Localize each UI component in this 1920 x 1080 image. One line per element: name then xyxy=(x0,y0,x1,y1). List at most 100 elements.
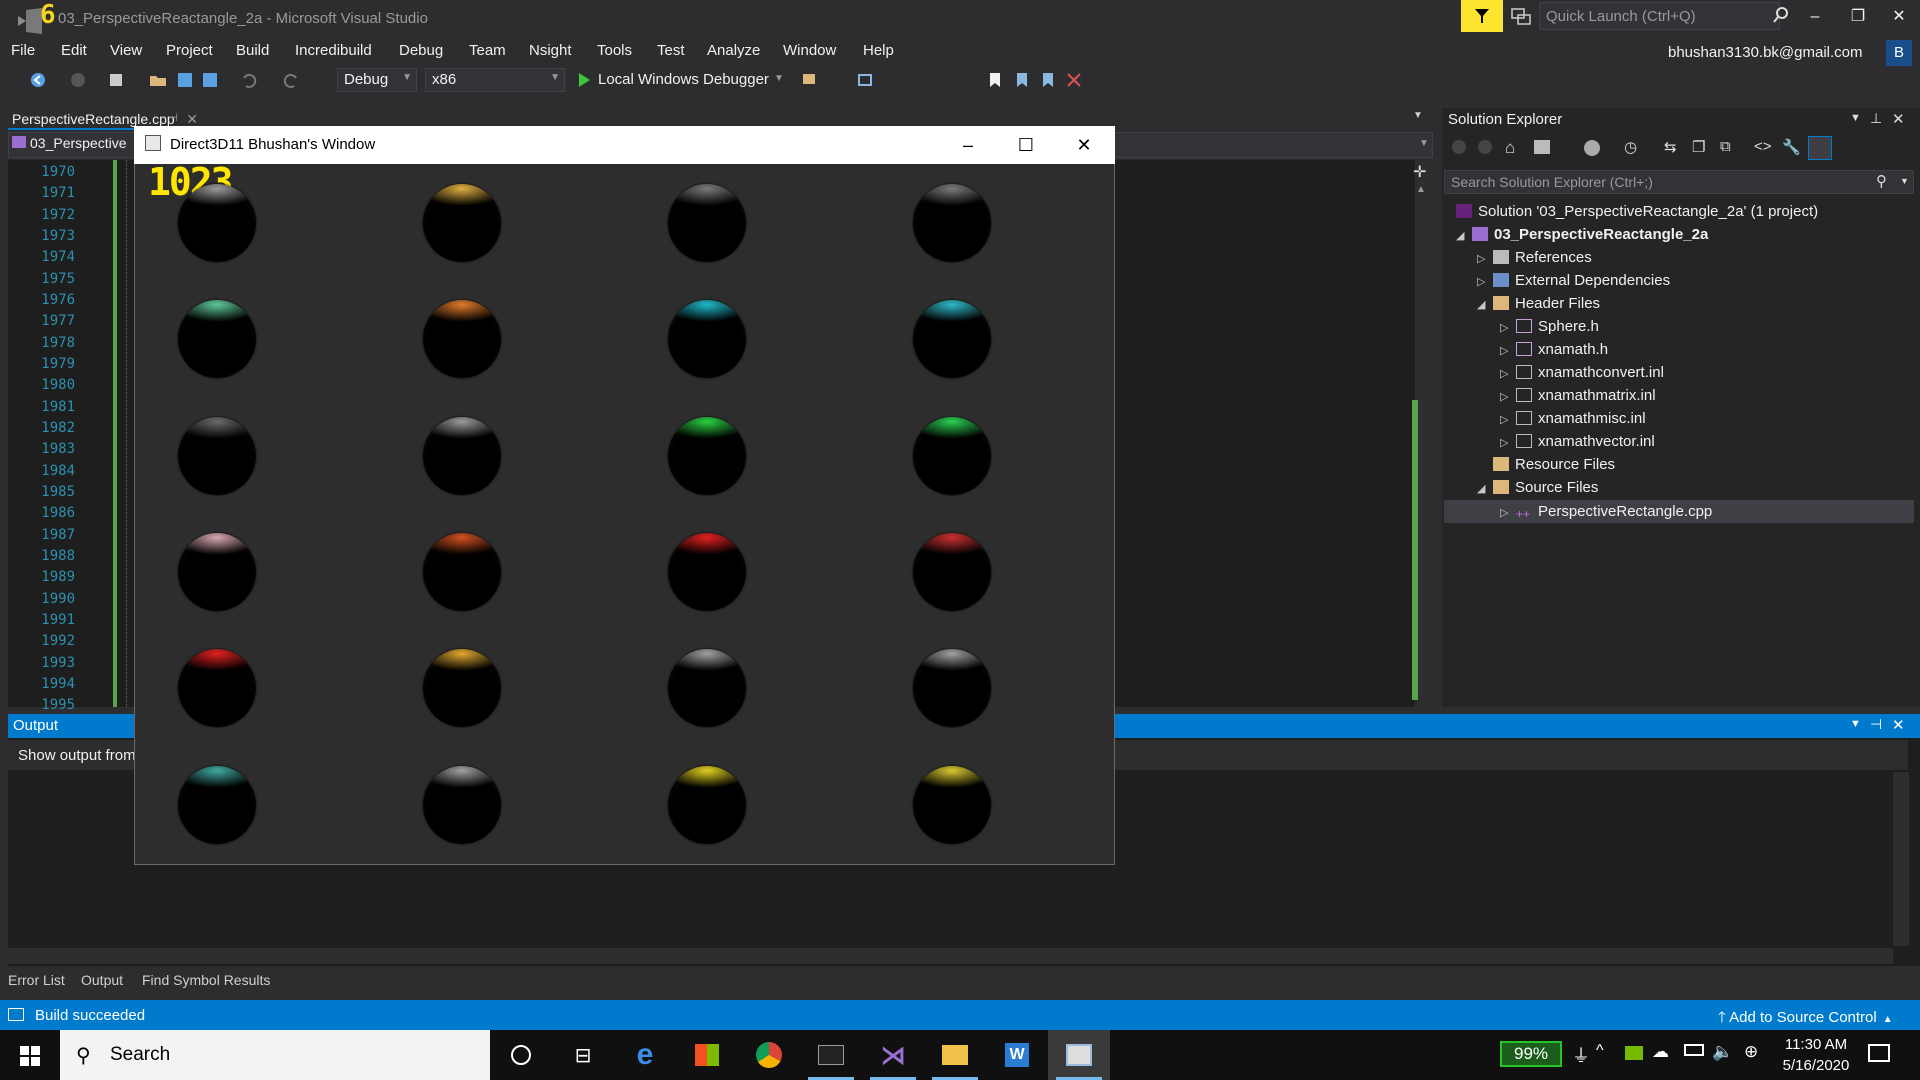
refresh-icon[interactable]: ⇆ xyxy=(1664,138,1677,156)
feedback-icon[interactable] xyxy=(1510,6,1532,28)
forward-icon[interactable] xyxy=(68,70,88,90)
tree-references[interactable]: ▷ References xyxy=(1477,246,1592,269)
solution-search-input[interactable]: Search Solution Explorer (Ctrl+;) xyxy=(1444,170,1914,194)
show-all-files-icon[interactable]: ⧉ xyxy=(1720,138,1731,155)
split-icon[interactable]: ✛ xyxy=(1413,162,1426,182)
menu-incredibuild[interactable]: Incredibuild xyxy=(295,42,372,59)
tab-dropdown-icon[interactable]: ▼ xyxy=(1413,110,1423,121)
play-icon[interactable] xyxy=(574,70,594,90)
tree-project[interactable]: ◢ 03_PerspectiveReactangle_2a xyxy=(1456,223,1708,246)
collapsed-arrow-icon[interactable]: ▷ xyxy=(1477,248,1493,271)
home-icon[interactable]: ⌂ xyxy=(1505,138,1515,158)
collapsed-arrow-icon[interactable]: ▷ xyxy=(1500,502,1516,525)
pin-icon[interactable]: ⊣ xyxy=(1870,716,1882,733)
menu-nsight[interactable]: Nsight xyxy=(529,42,572,59)
file-explorer-app[interactable] xyxy=(924,1030,986,1080)
view-code-icon[interactable]: <> xyxy=(1754,138,1772,155)
restore-button[interactable]: ❐ xyxy=(1838,4,1878,30)
add-to-source-control-button[interactable]: 🡑 Add to Source Control ▲ xyxy=(1718,1007,1893,1032)
maximize-button[interactable]: ☐ xyxy=(998,128,1054,162)
tree-file[interactable]: ▷ xnamathvector.inl xyxy=(1500,430,1655,453)
tab-output[interactable]: Output xyxy=(81,972,123,988)
menu-view[interactable]: View xyxy=(110,42,142,59)
menu-tools[interactable]: Tools xyxy=(597,42,632,59)
collapsed-arrow-icon[interactable]: ▷ xyxy=(1500,409,1516,432)
menu-edit[interactable]: Edit xyxy=(61,42,87,59)
undo-icon[interactable] xyxy=(238,70,258,90)
collapse-all-icon[interactable]: ❐ xyxy=(1692,138,1705,156)
redo-icon[interactable] xyxy=(282,70,302,90)
nvidia-icon[interactable] xyxy=(1625,1046,1643,1060)
collapsed-arrow-icon[interactable]: ▷ xyxy=(1500,386,1516,409)
tree-source-files[interactable]: ◢ Source Files xyxy=(1477,476,1598,499)
expanded-arrow-icon[interactable]: ◢ xyxy=(1477,478,1493,501)
tree-solution[interactable]: Solution '03_PerspectiveReactangle_2a' (… xyxy=(1456,200,1818,223)
close-icon[interactable]: ✕ xyxy=(1892,716,1905,734)
search-icon[interactable] xyxy=(1772,6,1790,24)
tab-error-list[interactable]: Error List xyxy=(8,972,65,988)
pin-icon[interactable]: ⊣ xyxy=(168,111,178,124)
close-button[interactable]: ✕ xyxy=(1879,4,1919,30)
avatar[interactable]: B xyxy=(1886,40,1912,66)
collapsed-arrow-icon[interactable]: ▷ xyxy=(1500,340,1516,363)
output-horizontal-scrollbar[interactable] xyxy=(8,948,1893,964)
chevron-down-icon[interactable]: ▼ xyxy=(774,73,784,84)
pin-icon[interactable]: ⊥ xyxy=(1870,110,1882,127)
task-view-button[interactable]: ⊟ xyxy=(552,1030,614,1080)
terminal-app[interactable] xyxy=(800,1030,862,1080)
chevron-down-icon[interactable]: ▼ xyxy=(1900,176,1909,186)
volume-icon[interactable]: 🔈 xyxy=(1712,1042,1733,1062)
preview-selected-button[interactable] xyxy=(1808,136,1832,160)
cortana-button[interactable] xyxy=(490,1030,552,1080)
menu-help[interactable]: Help xyxy=(863,42,894,59)
save-all-icon[interactable] xyxy=(200,70,220,90)
tree-resource-files[interactable]: Resource Files xyxy=(1493,453,1615,476)
step-icon[interactable] xyxy=(855,70,875,90)
bookmark-icon[interactable] xyxy=(985,70,1005,90)
tree-file[interactable]: ▷ Sphere.h xyxy=(1500,315,1599,338)
find-in-files-icon[interactable] xyxy=(800,70,820,90)
new-project-icon[interactable] xyxy=(106,70,126,90)
menu-analyze[interactable]: Analyze xyxy=(707,42,760,59)
notifications-button[interactable] xyxy=(1461,0,1503,32)
tree-external-dependencies[interactable]: ▷ External Dependencies xyxy=(1477,269,1670,292)
configuration-select[interactable]: Debug ▼ xyxy=(337,68,417,92)
chevron-down-icon[interactable]: ▼ xyxy=(1419,138,1429,149)
collapsed-arrow-icon[interactable]: ▷ xyxy=(1500,432,1516,455)
scroll-up-icon[interactable]: ▲ xyxy=(1416,184,1426,195)
cloud-icon[interactable]: ☁ xyxy=(1652,1042,1669,1062)
next-bookmark-icon[interactable] xyxy=(1038,70,1058,90)
start-button[interactable] xyxy=(0,1030,60,1080)
expanded-arrow-icon[interactable]: ◢ xyxy=(1477,294,1493,317)
d3d-app[interactable] xyxy=(1048,1030,1110,1080)
sync-icon[interactable] xyxy=(1534,140,1550,154)
output-scrollbar[interactable] xyxy=(1893,772,1909,946)
collapsed-arrow-icon[interactable]: ▷ xyxy=(1477,271,1493,294)
menu-build[interactable]: Build xyxy=(236,42,269,59)
clock[interactable]: 11:30 AM 5/16/2020 xyxy=(1776,1034,1856,1076)
forward-icon[interactable] xyxy=(1478,140,1492,154)
chevron-up-icon[interactable]: ^ xyxy=(1596,1042,1604,1060)
store-app[interactable] xyxy=(676,1030,738,1080)
platform-select[interactable]: x86 ▼ xyxy=(425,68,565,92)
word-app[interactable]: W xyxy=(986,1030,1048,1080)
expanded-arrow-icon[interactable]: ◢ xyxy=(1456,225,1472,248)
open-file-icon[interactable] xyxy=(148,70,168,90)
menu-debug[interactable]: Debug xyxy=(399,42,443,59)
quick-launch-input[interactable]: Quick Launch (Ctrl+Q) xyxy=(1539,2,1780,30)
tree-file[interactable]: ▷ xnamathmisc.inl xyxy=(1500,407,1646,430)
close-button[interactable]: ✕ xyxy=(1056,128,1112,162)
menu-team[interactable]: Team xyxy=(469,42,506,59)
pending-changes-icon[interactable] xyxy=(1584,140,1600,156)
minimize-button[interactable]: – xyxy=(940,128,996,162)
minimize-button[interactable]: – xyxy=(1795,4,1835,30)
visual-studio-app[interactable]: ⋊ xyxy=(862,1030,924,1080)
collapsed-arrow-icon[interactable]: ▷ xyxy=(1500,317,1516,340)
tree-file[interactable]: ▷ xnamathconvert.inl xyxy=(1500,361,1664,384)
menu-project[interactable]: Project xyxy=(166,42,213,59)
panel-menu-icon[interactable]: ▼ xyxy=(1850,718,1861,730)
close-icon[interactable]: ✕ xyxy=(1892,110,1905,128)
battery-indicator[interactable]: 99% xyxy=(1500,1041,1562,1067)
search-icon[interactable]: ⚲ xyxy=(1876,172,1887,190)
network-icon[interactable]: ⊕ xyxy=(1744,1042,1758,1062)
